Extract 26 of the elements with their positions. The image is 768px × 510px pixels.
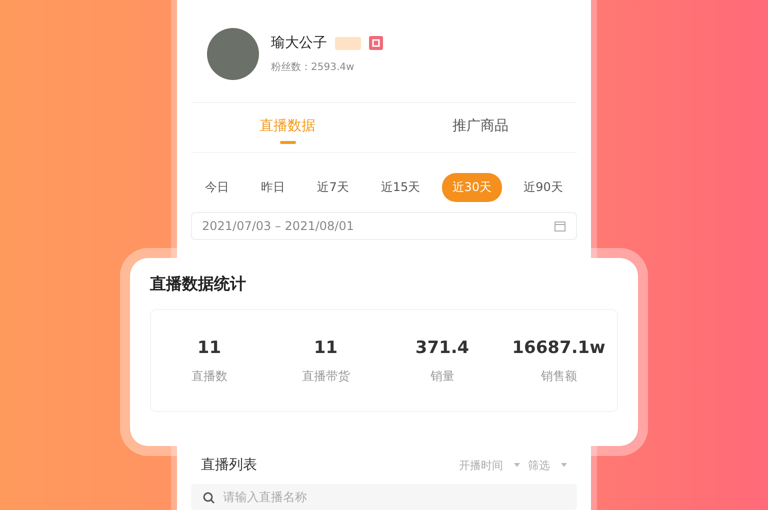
range-chip[interactable]: 今日 (195, 173, 239, 202)
stat-value: 371.4 (415, 338, 470, 358)
range-chip[interactable]: 近15天 (370, 173, 430, 202)
stat-value: 11 (197, 338, 222, 358)
range-chip[interactable]: 昨日 (251, 173, 296, 202)
stat-value: 16687.1w (512, 338, 606, 358)
stat-label: 直播数 (191, 368, 228, 385)
fans-count: 粉丝数：2593.4w (271, 60, 356, 74)
user-name: 瑜大公子 (271, 34, 327, 52)
date-range-field[interactable]: 2021/07/03 – 2021/08/01 (191, 212, 577, 240)
avatar (207, 28, 259, 80)
tab[interactable]: 推广商品 (384, 103, 577, 152)
badge-icon (369, 36, 383, 50)
card-title: 直播数据统计 (150, 274, 247, 295)
level-tag (335, 36, 361, 50)
range-chip[interactable]: 近90天 (514, 173, 573, 202)
caret-icon (514, 463, 520, 467)
caret-icon (561, 463, 567, 467)
stat-label: 销售额 (540, 368, 577, 385)
stat-label: 销量 (430, 368, 454, 385)
stat-label: 直播带货 (302, 368, 350, 385)
search-field[interactable]: 请输入直播名称 (191, 484, 577, 510)
list-title: 直播列表 (201, 456, 257, 474)
calendar-icon (554, 220, 566, 232)
stat-value: 11 (314, 338, 338, 358)
range-chip[interactable]: 近7天 (307, 173, 359, 202)
